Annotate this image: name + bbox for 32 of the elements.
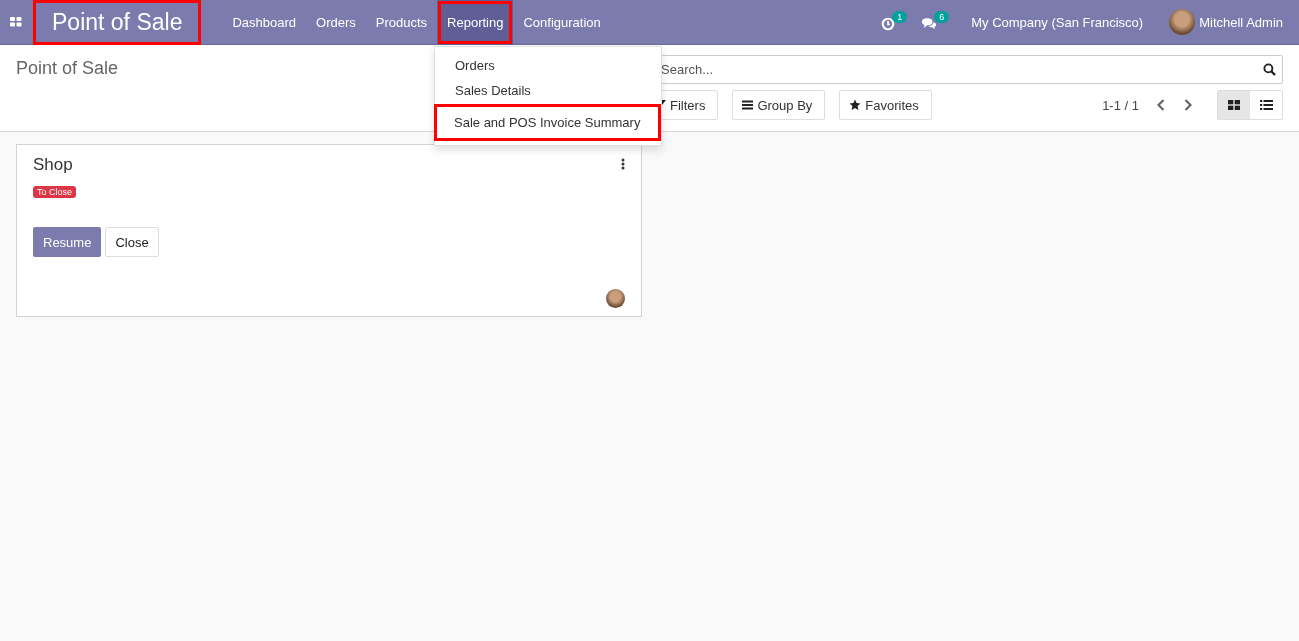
activity-count-badge: 1 [892,10,908,23]
previous-icon[interactable] [1157,99,1165,111]
status-tag: To Close [33,186,76,198]
grid-icon [1228,100,1240,110]
star-icon [849,99,862,111]
apps-menu-icon[interactable] [10,17,22,27]
menu-item[interactable]: Reporting [437,0,514,45]
kanban-view-button[interactable] [1218,91,1250,119]
menu-icon [742,100,754,110]
pager-value: 1-1 / 1 [1102,97,1139,113]
user-avatar [606,289,625,308]
user-menu[interactable]: Mitchell Admin [1199,14,1283,30]
menu-item[interactable]: Orders [306,0,366,45]
close-button[interactable]: Close [105,227,159,257]
more-options-icon[interactable] [621,158,625,170]
menu-item[interactable]: Dashboard [222,0,307,45]
menu-item[interactable]: Configuration [513,0,611,45]
search-icon[interactable] [1263,63,1276,76]
list-icon [1259,100,1273,110]
card-title: Shop [33,155,73,175]
user-avatar[interactable] [1169,9,1196,35]
next-icon[interactable] [1184,99,1192,111]
clock-icon[interactable] [881,16,896,31]
breadcrumb: Point of Sale [16,58,120,79]
menu-item[interactable]: Products [365,0,438,45]
message-count-badge: 6 [934,11,950,23]
search-option-button[interactable]: Group By [732,90,826,120]
search-option-button[interactable]: Favorites [839,90,932,120]
resume-button[interactable]: Resume [33,227,102,257]
chat-icon[interactable] [921,17,938,30]
app-name[interactable]: Point of Sale [36,2,199,42]
company-switcher[interactable]: My Company (San Francisco) [971,14,1144,30]
